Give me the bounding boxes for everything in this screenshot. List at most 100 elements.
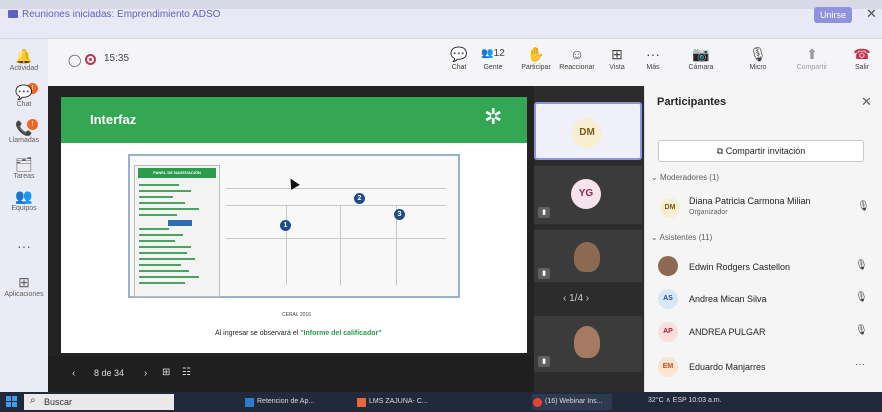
toolbar-label: Cámara	[688, 64, 714, 71]
section-label: Moderadores (1)	[659, 173, 720, 182]
rail-label: Chat	[16, 101, 32, 108]
rail-item-chat[interactable]: 💬 Chat	[0, 84, 48, 109]
nav-line	[139, 240, 175, 242]
system-tray[interactable]: 32°C ∧ ESP 10:03 a.m.	[648, 396, 722, 404]
avatar: AP	[658, 322, 678, 342]
join-button[interactable]: Unirse	[814, 7, 852, 23]
mic-icon: 🎙	[857, 201, 870, 212]
rail-item-tareas[interactable]: 🗂 Tareas	[0, 157, 48, 181]
rail-label: Aplicaciones	[4, 291, 44, 298]
rail-label: Actividad	[9, 65, 39, 72]
toolbar-view-button[interactable]: ⊞ Vista	[604, 46, 630, 71]
share-invite-button[interactable]: ⧉ Compartir invitación	[658, 140, 864, 162]
grid-view-icon[interactable]: ⊞	[162, 367, 170, 378]
mic-off-icon: 🎙	[855, 292, 868, 303]
recording-icon	[85, 54, 96, 65]
slide-counter: 8 de 34	[94, 368, 125, 378]
nav-line	[139, 234, 183, 236]
view-icon: ⊞	[611, 46, 623, 62]
app-icon	[245, 398, 254, 407]
participant-name: Eduardo Manjarres	[689, 362, 766, 372]
share-icon: ⬆	[806, 46, 818, 62]
rail-label: Equipos	[11, 205, 37, 212]
window-title: Reuniones iniciadas: Emprendimiento ADSO	[22, 9, 221, 20]
next-slide-icon[interactable]: ›	[144, 368, 147, 379]
nav-line	[139, 282, 185, 284]
toolbar-camera-button[interactable]: 📷 Cámara	[686, 46, 716, 71]
callout-marker-2: 2	[354, 193, 365, 204]
video-tile[interactable]: YG ▮	[534, 166, 642, 224]
app-icon	[533, 398, 542, 407]
nav-line	[139, 214, 177, 216]
raise-hand-icon: ✋	[527, 46, 545, 62]
rail-label: Tareas	[13, 173, 35, 180]
callout-marker-3: 3	[394, 209, 405, 220]
more-icon[interactable]: ···	[855, 359, 865, 370]
toolbar-react-button[interactable]: ☺ Reaccionar	[556, 46, 598, 71]
meeting-icon	[8, 10, 18, 18]
rail-item-aplicaciones[interactable]: ⊞ Aplicaciones	[0, 275, 48, 299]
windows-start-icon[interactable]	[6, 396, 18, 408]
pager-next-icon[interactable]: ›	[583, 293, 589, 304]
video-tile[interactable]: DM	[534, 102, 642, 160]
moderators-section-header[interactable]: ⌄ Moderadores (1)	[651, 173, 719, 182]
grid-line	[286, 205, 287, 285]
taskbar-app-retencion[interactable]: Retencion de Ap...	[244, 394, 326, 410]
toolbar-label: Reaccionar	[559, 64, 595, 71]
taskbar-app-webinar[interactable]: (16) Webinar Ins...	[532, 394, 612, 410]
navigation-panel-title: PANEL DE NAVEGACIÓN	[138, 168, 216, 178]
more-icon: ···	[17, 238, 31, 254]
section-label: Asistentes (11)	[659, 233, 713, 242]
rail-item-equipos[interactable]: 👥 Equipos	[0, 188, 48, 213]
slide-note-text: Al ingresar se observará el	[215, 330, 301, 337]
avatar: YG	[571, 179, 601, 209]
nav-line	[139, 246, 191, 248]
toolbar-share-button[interactable]: ⬆ Compartir	[794, 46, 830, 71]
mic-off-icon: ▮	[538, 268, 550, 279]
app-label: LMS ZAJUNA- C...	[369, 398, 428, 405]
chat-icon: 💬	[15, 84, 33, 100]
attendees-section-header[interactable]: ⌄ Asistentes (11)	[651, 233, 712, 242]
chat-icon: 💬	[450, 46, 468, 62]
taskbar-search-input[interactable]: Buscar	[24, 394, 174, 410]
close-icon[interactable]: ✕	[866, 6, 877, 22]
slide-controls: ‹ 8 de 34 › ⊞ ☷	[48, 356, 534, 392]
nav-line	[139, 208, 199, 210]
video-tile[interactable]: ▮	[534, 230, 642, 282]
teams-icon: 👥	[15, 188, 33, 204]
rail-item-llamadas[interactable]: 📞 Llamadas	[0, 121, 48, 145]
video-tile[interactable]: ▮	[534, 316, 642, 372]
toolbar-label: Gente	[483, 64, 503, 71]
app-label: Retencion de Ap...	[257, 398, 315, 405]
search-icon: ⌕	[30, 395, 36, 406]
toolbar-leave-button[interactable]: ☎ Salir	[850, 46, 874, 71]
toolbar-participate-button[interactable]: ✋ Participar	[517, 46, 555, 71]
toolbar-more-button[interactable]: ··· Más	[642, 46, 664, 71]
participant-name: Andrea Mican Silva	[689, 294, 767, 304]
nav-line	[139, 258, 195, 260]
rail-item-actividad[interactable]: 🔔 Actividad	[0, 48, 48, 73]
mic-off-icon: 🎙	[855, 325, 868, 336]
slide-note-highlight: "Informe del calificador"	[300, 330, 382, 337]
gallery-pager[interactable]: ‹ 1/4 ›	[563, 293, 589, 304]
toolbar-mic-button[interactable]: 🎙 Micro	[745, 46, 771, 71]
mic-off-icon: ▮	[538, 356, 550, 367]
people-icon: 👥12	[481, 48, 505, 59]
app-rail: 🔔 Actividad ! 💬 Chat ! 📞 Llamadas 🗂 Tare…	[0, 39, 48, 392]
rail-item-more[interactable]: ···	[0, 239, 48, 255]
participant-photo	[658, 256, 678, 276]
taskbar-app-lms[interactable]: LMS ZAJUNA- C...	[356, 394, 436, 410]
bell-icon: 🔔	[15, 48, 33, 64]
grid-line	[226, 188, 446, 189]
prev-slide-icon[interactable]: ‹	[72, 368, 75, 379]
toolbar-label: Vista	[609, 64, 625, 71]
toolbar-chat-button[interactable]: 💬 Chat	[448, 46, 470, 71]
toolbar-label: Participar	[521, 64, 551, 71]
participant-photo	[574, 326, 600, 358]
toolbar-label: Compartir	[796, 64, 828, 71]
close-icon[interactable]: ✕	[861, 94, 872, 110]
toolbar-people-button[interactable]: 👥12 Gente	[478, 46, 508, 71]
rail-label: Llamadas	[8, 137, 40, 144]
slide-settings-icon[interactable]: ☷	[182, 367, 191, 378]
chevron-down-icon: ⌄	[651, 173, 660, 182]
